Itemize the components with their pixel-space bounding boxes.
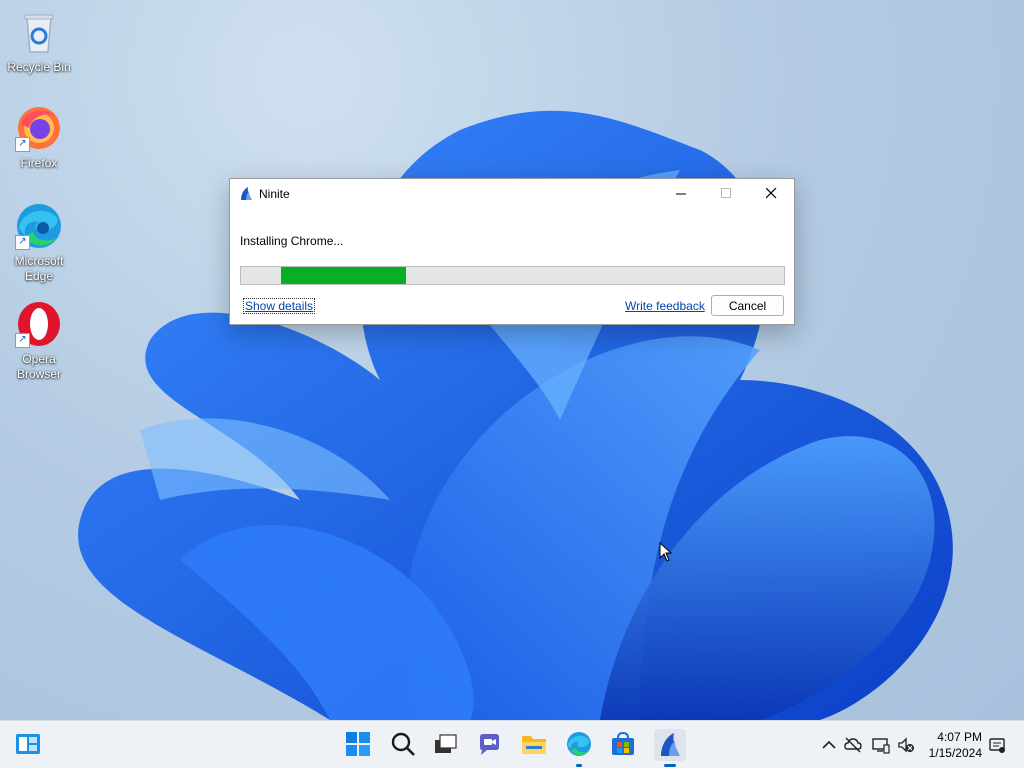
clock-date: 1/15/2024 [928,746,982,760]
chat-icon[interactable] [476,731,504,759]
dialog-titlebar[interactable]: Ninite [230,179,794,209]
maximize-icon [721,188,731,198]
wallpaper-bloom [78,110,953,720]
edge-icon[interactable] [566,731,594,759]
taskbar: 4:07 PM 1/15/2024 [0,720,1024,768]
close-icon [766,188,777,199]
desktop-icon-edge[interactable]: ↗ Microsoft Edge [1,202,77,284]
taskbar-clock[interactable]: 4:07 PM 1/15/2024 [929,729,982,761]
ninite-dialog: Ninite Installing Chrome... Show details… [229,178,795,325]
install-status-text: Installing Chrome... [240,234,344,248]
desktop-icon-recycle-bin[interactable]: Recycle Bin [1,8,77,75]
install-progress-bar [240,266,785,285]
desktop-icon-opera[interactable]: ↗ Opera Browser [1,300,77,382]
desktop-icon-label: Opera Browser [16,352,61,381]
store-icon[interactable] [610,731,638,759]
shortcut-arrow-icon: ↗ [15,333,30,348]
firefox-icon: ↗ [15,104,63,152]
notification-icon[interactable] [988,736,1006,754]
opera-icon: ↗ [15,300,63,348]
ninite-icon [661,733,680,756]
ninite-taskbar-button[interactable] [654,729,686,761]
dialog-title: Ninite [259,187,290,201]
cancel-button[interactable]: Cancel [711,295,784,316]
start-icon[interactable] [345,731,373,759]
task-view-icon[interactable] [432,731,460,759]
network-icon[interactable] [872,736,890,754]
chevron-up-icon[interactable] [820,736,838,754]
onedrive-offline-icon[interactable] [844,736,862,754]
desktop-icon-label: Recycle Bin [7,60,71,74]
volume-muted-icon[interactable] [897,736,915,754]
maximize-button[interactable] [704,179,749,208]
clock-time: 4:07 PM [937,730,982,744]
minimize-button[interactable] [659,179,704,208]
ninite-icon [241,187,252,200]
edge-icon: ↗ [15,202,63,250]
mouse-cursor-icon [659,542,673,562]
close-button[interactable] [749,179,794,208]
desktop-icon-label: Microsoft Edge [14,254,64,283]
widgets-icon[interactable] [15,731,43,759]
file-explorer-icon[interactable] [521,731,549,759]
show-details-link[interactable]: Show details [243,298,316,314]
recycle-bin-icon [15,8,63,56]
search-icon[interactable] [390,731,418,759]
minimize-icon [676,193,686,195]
write-feedback-link[interactable]: Write feedback [625,299,705,313]
desktop-icon-firefox[interactable]: ↗ Firefox [1,104,77,171]
running-indicator [664,764,676,767]
running-indicator [576,764,582,767]
desktop-icon-label: Firefox [20,156,58,170]
shortcut-arrow-icon: ↗ [15,137,30,152]
shortcut-arrow-icon: ↗ [15,235,30,250]
progress-fill [281,267,406,284]
